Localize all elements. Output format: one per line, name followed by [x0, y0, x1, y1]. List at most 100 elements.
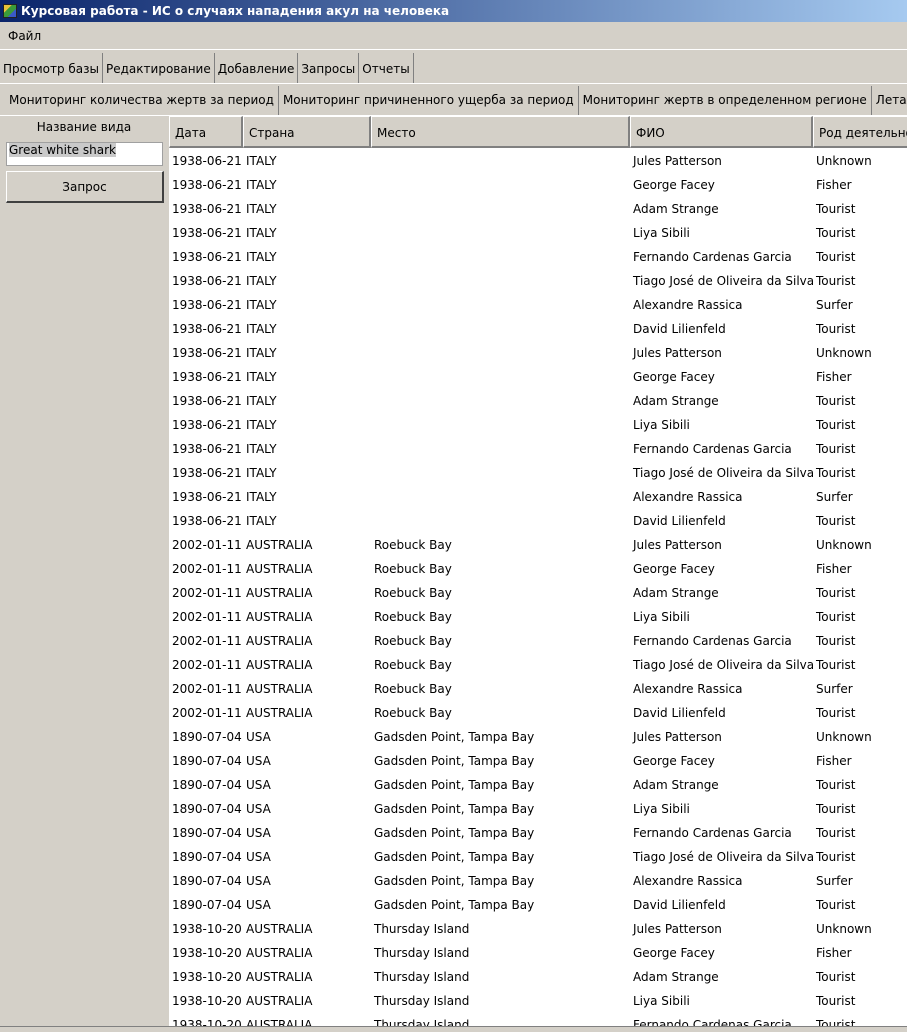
tab-victims-region[interactable]: Мониторинг жертв в определенном регионе: [579, 86, 872, 115]
table-cell: Jules Patterson: [633, 154, 722, 168]
table-row[interactable]: 2002-01-11 AUSTRALIA Roebuck Bay Liya Sibil…: [169, 605, 907, 629]
table-cell: Adam Strange: [633, 970, 719, 984]
table-row[interactable]: 1938-06-21 ITALY Liya Sibili Tourist: [169, 221, 907, 245]
table-row[interactable]: 1938-10-20 AUSTRALIA Thursday Island Adam S…: [169, 965, 907, 989]
table-cell: AUSTRALIA: [246, 610, 313, 624]
table-row[interactable]: 1938-06-21 ITALY Alexandre Rassica Surfer: [169, 485, 907, 509]
table-cell: David Lilienfeld: [633, 514, 726, 528]
table-row[interactable]: 2002-01-11 AUSTRALIA Roebuck Bay Fernando C…: [169, 629, 907, 653]
table-cell: ITALY: [246, 514, 277, 528]
table-cell: Thursday Island: [374, 946, 470, 960]
table-cell: [371, 413, 630, 437]
table-row[interactable]: 1938-06-21 ITALY George Facey Fisher: [169, 173, 907, 197]
tab-lethal-outcomes[interactable]: Летальные исх: [872, 86, 907, 115]
tab-reports[interactable]: Отчеты: [359, 53, 414, 83]
table-cell: Adam Strange: [633, 586, 719, 600]
table-cell: Thursday Island: [374, 970, 470, 984]
results-table[interactable]: Дата Страна Место ФИО Род деятельно 1938…: [169, 116, 907, 1026]
species-label: Название вида: [36, 120, 132, 134]
table-cell: Gadsden Point, Tampa Bay: [374, 850, 535, 864]
tab-queries[interactable]: Запросы: [298, 53, 360, 83]
table-cell: Roebuck Bay: [374, 538, 452, 552]
table-cell: ITALY: [246, 490, 277, 504]
table-cell: Roebuck Bay: [374, 706, 452, 720]
table-row[interactable]: 1938-06-21 ITALY Adam Strange Tourist: [169, 197, 907, 221]
table-cell: Roebuck Bay: [374, 586, 452, 600]
table-cell: Fisher: [816, 562, 852, 576]
table-row[interactable]: 1890-07-04 USA Gadsden Point, Tampa Bay Ale…: [169, 869, 907, 893]
table-row[interactable]: 2002-01-11 AUSTRALIA Roebuck Bay Alexandre …: [169, 677, 907, 701]
table-cell: 1890-07-04: [172, 802, 242, 816]
table-row[interactable]: 1938-06-21 ITALY Adam Strange Tourist: [169, 389, 907, 413]
table-cell: ITALY: [246, 226, 277, 240]
tab-damage-period[interactable]: Мониторинг причиненного ущерба за период: [279, 86, 579, 115]
query-button[interactable]: Запрос: [6, 171, 164, 203]
table-row[interactable]: 1938-10-20 AUSTRALIA Thursday Island Jules …: [169, 917, 907, 941]
species-input-value: Great white shark: [9, 143, 116, 157]
species-input[interactable]: Great white shark: [6, 142, 163, 166]
table-row[interactable]: 1938-06-21 ITALY David Lilienfeld Tourist: [169, 317, 907, 341]
table-cell: Gadsden Point, Tampa Bay: [374, 754, 535, 768]
table-row[interactable]: 1890-07-04 USA Gadsden Point, Tampa Bay Ada…: [169, 773, 907, 797]
tab-victims-count-period[interactable]: Мониторинг количества жертв за период: [0, 86, 279, 115]
table-row[interactable]: 2002-01-11 AUSTRALIA Roebuck Bay David Lili…: [169, 701, 907, 725]
table-cell: Jules Patterson: [633, 922, 722, 936]
table-cell: Gadsden Point, Tampa Bay: [374, 874, 535, 888]
table-row[interactable]: 1890-07-04 USA Gadsden Point, Tampa Bay Jul…: [169, 725, 907, 749]
menu-file[interactable]: Файл: [0, 22, 49, 50]
tab-editing[interactable]: Редактирование: [103, 53, 215, 83]
table-row[interactable]: 1938-10-20 AUSTRALIA Thursday Island Liya S…: [169, 989, 907, 1013]
table-cell: USA: [246, 802, 271, 816]
table-row[interactable]: 1890-07-04 USA Gadsden Point, Tampa Bay Geo…: [169, 749, 907, 773]
table-cell: Tourist: [816, 586, 856, 600]
table-row[interactable]: 2002-01-11 AUSTRALIA Roebuck Bay Adam Stran…: [169, 581, 907, 605]
table-row[interactable]: 1938-06-21 ITALY Alexandre Rassica Surfer: [169, 293, 907, 317]
table-cell: 1938-10-20: [172, 994, 242, 1008]
column-header-country[interactable]: Страна: [243, 116, 371, 148]
table-row[interactable]: 1938-10-20 AUSTRALIA Thursday Island George…: [169, 941, 907, 965]
table-row[interactable]: 1938-06-21 ITALY Jules Patterson Unknown: [169, 149, 907, 173]
table-cell: Tourist: [816, 826, 856, 840]
table-cell: 1938-06-21: [172, 322, 242, 336]
table-cell: Roebuck Bay: [374, 682, 452, 696]
table-cell: AUSTRALIA: [246, 658, 313, 672]
table-cell: ITALY: [246, 154, 277, 168]
table-row[interactable]: 1938-06-21 ITALY Liya Sibili Tourist: [169, 413, 907, 437]
table-cell: 1938-10-20: [172, 922, 242, 936]
table-row[interactable]: 2002-01-11 AUSTRALIA Roebuck Bay George Fac…: [169, 557, 907, 581]
table-row[interactable]: 1938-06-21 ITALY George Facey Fisher: [169, 365, 907, 389]
table-row[interactable]: 1938-06-21 ITALY Tiago José de Oliveira da…: [169, 269, 907, 293]
table-cell: 2002-01-11: [172, 562, 242, 576]
table-row[interactable]: 1938-06-21 ITALY David Lilienfeld Tourist: [169, 509, 907, 533]
table-cell: [371, 221, 630, 245]
table-row[interactable]: 1890-07-04 USA Gadsden Point, Tampa Bay Tia…: [169, 845, 907, 869]
window-title: Курсовая работа - ИС о случаях нападения…: [21, 4, 450, 18]
table-cell: Tiago José de Oliveira da Silva: [633, 658, 813, 672]
table-cell: 1938-06-21: [172, 178, 242, 192]
table-cell: Gadsden Point, Tampa Bay: [374, 898, 535, 912]
table-cell: ITALY: [246, 346, 277, 360]
column-header-date[interactable]: Дата: [169, 116, 243, 148]
table-cell: [371, 389, 630, 413]
table-row[interactable]: 1890-07-04 USA Gadsden Point, Tampa Bay Liy…: [169, 797, 907, 821]
table-row[interactable]: 2002-01-11 AUSTRALIA Roebuck Bay Jules Patt…: [169, 533, 907, 557]
table-cell: USA: [246, 730, 271, 744]
table-cell: Roebuck Bay: [374, 610, 452, 624]
tab-adding[interactable]: Добавление: [215, 53, 299, 83]
table-row[interactable]: 1890-07-04 USA Gadsden Point, Tampa Bay Fer…: [169, 821, 907, 845]
table-row[interactable]: 1938-06-21 ITALY Fernando Cardenas Garcia T…: [169, 437, 907, 461]
table-row[interactable]: 1938-06-21 ITALY Fernando Cardenas Garcia T…: [169, 245, 907, 269]
table-row[interactable]: 2002-01-11 AUSTRALIA Roebuck Bay Tiago José…: [169, 653, 907, 677]
table-row[interactable]: 1938-10-20 AUSTRALIA Thursday Island Fernan…: [169, 1013, 907, 1026]
table-row[interactable]: 1938-06-21 ITALY Jules Patterson Unknown: [169, 341, 907, 365]
table-cell: Liya Sibili: [633, 226, 690, 240]
table-row[interactable]: 1890-07-04 USA Gadsden Point, Tampa Bay Dav…: [169, 893, 907, 917]
column-header-occupation[interactable]: Род деятельно: [813, 116, 907, 148]
table-cell: 1938-06-21: [172, 202, 242, 216]
table-cell: [371, 461, 630, 485]
tab-view-database[interactable]: Просмотр базы: [0, 53, 104, 83]
table-cell: Fernando Cardenas Garcia: [633, 826, 792, 840]
column-header-name[interactable]: ФИО: [630, 116, 813, 148]
column-header-place[interactable]: Место: [371, 116, 630, 148]
table-row[interactable]: 1938-06-21 ITALY Tiago José de Oliveira da…: [169, 461, 907, 485]
